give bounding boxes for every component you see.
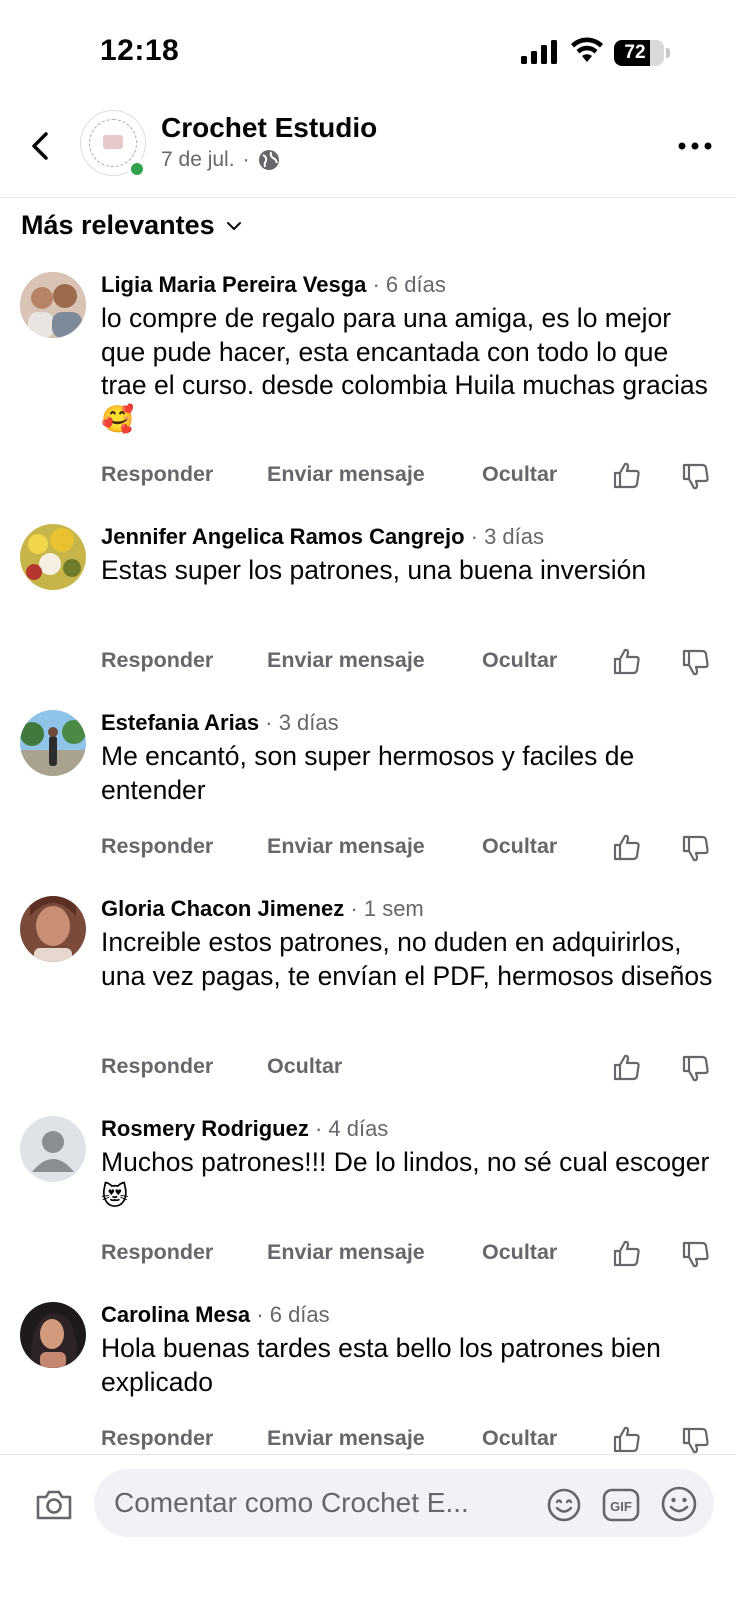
commenter-name[interactable]: Ligia Maria Pereira Vesga	[101, 272, 366, 297]
online-status-dot	[128, 160, 146, 178]
thumbs-down-icon[interactable]	[681, 1426, 711, 1456]
avatar-sticker-icon[interactable]	[546, 1487, 582, 1523]
comment-actions: Responder Enviar mensaje Ocultar	[0, 1240, 736, 1272]
thumbs-up-icon[interactable]	[612, 1052, 642, 1082]
reply-button[interactable]: Responder	[101, 1054, 213, 1079]
thumbs-down-icon[interactable]	[681, 1054, 711, 1084]
cellular-signal-icon	[521, 40, 557, 64]
comment-time: · 3 días	[259, 710, 339, 735]
commenter-avatar[interactable]	[20, 524, 86, 590]
commenter-name[interactable]: Jennifer Angelica Ramos Cangrejo	[101, 524, 465, 549]
thumbs-up-icon[interactable]	[612, 646, 642, 676]
hide-button[interactable]: Ocultar	[482, 1240, 557, 1265]
battery-indicator: 72	[614, 40, 670, 66]
back-chevron-icon[interactable]	[24, 124, 58, 168]
more-options-icon[interactable]	[676, 134, 716, 158]
commenter-avatar[interactable]	[20, 896, 86, 962]
commenter-avatar[interactable]	[20, 272, 86, 338]
thumbs-up-icon[interactable]	[612, 1424, 642, 1454]
status-time: 12:18	[100, 34, 180, 67]
comment-actions: Responder Enviar mensaje Ocultar	[0, 648, 736, 680]
comment-composer: Comentar como Crochet E... GIF	[0, 1454, 736, 1600]
hide-button[interactable]: Ocultar	[482, 648, 557, 673]
hide-button[interactable]: Ocultar	[482, 462, 557, 487]
reply-button[interactable]: Responder	[101, 834, 213, 859]
comment-header: Jennifer Angelica Ramos Cangrejo · 3 día…	[101, 524, 544, 550]
comment-actions: Responder Enviar mensaje Ocultar	[0, 462, 736, 494]
commenter-name[interactable]: Gloria Chacon Jimenez	[101, 896, 344, 921]
status-bar: 12:18 72	[0, 0, 736, 104]
thumbs-up-icon[interactable]	[612, 460, 642, 490]
sort-dropdown[interactable]: Más relevantes	[21, 210, 243, 241]
gif-icon[interactable]: GIF	[602, 1487, 640, 1523]
thumbs-down-icon[interactable]	[681, 648, 711, 678]
hide-button[interactable]: Ocultar	[482, 834, 557, 859]
send-message-button[interactable]: Enviar mensaje	[267, 648, 425, 673]
comment-time: · 1 sem	[344, 896, 424, 921]
battery-level: 72	[624, 42, 646, 63]
comment-time: · 3 días	[464, 524, 544, 549]
chevron-down-icon	[226, 221, 241, 230]
send-message-button[interactable]: Enviar mensaje	[267, 1426, 425, 1451]
comment-text: Muchos patrones!!! De lo lindos, no sé c…	[101, 1147, 710, 1211]
globe-icon	[258, 150, 279, 170]
thumbs-down-icon[interactable]	[681, 462, 711, 492]
thumbs-up-icon[interactable]	[612, 1238, 642, 1268]
reply-button[interactable]: Responder	[101, 648, 213, 673]
comment-input-placeholder: Comentar como Crochet E...	[114, 1487, 469, 1518]
comment-text: Me encantó, son super hermosos y faciles…	[101, 741, 635, 805]
comment-time: · 6 días	[250, 1302, 330, 1327]
wifi-icon	[571, 37, 603, 62]
comment-time: · 4 días	[308, 1116, 389, 1141]
comment-header: Gloria Chacon Jimenez · 1 sem	[101, 896, 424, 922]
thumbs-down-icon[interactable]	[681, 1240, 711, 1270]
reply-button[interactable]: Responder	[101, 1240, 213, 1265]
send-message-button[interactable]: Enviar mensaje	[267, 462, 425, 487]
post-header: Crochet Estudio 7 de jul. ·	[0, 104, 736, 198]
send-message-button[interactable]: Enviar mensaje	[267, 1240, 425, 1265]
meta-separator: ·	[242, 148, 250, 171]
post-meta: 7 de jul. ·	[161, 148, 280, 172]
comment-actions: Responder Ocultar	[0, 1054, 736, 1086]
comment-header: Estefania Arias · 3 días	[101, 710, 339, 736]
camera-icon[interactable]	[34, 1485, 74, 1525]
svg-text:GIF: GIF	[610, 1499, 632, 1514]
page-name[interactable]: Crochet Estudio	[161, 112, 377, 144]
commenter-avatar[interactable]	[20, 1302, 86, 1368]
comment-time: · 6 días	[366, 272, 446, 297]
comment-text: Estas super los patrones, una buena inve…	[101, 555, 647, 585]
comment-actions: Responder Enviar mensaje Ocultar	[0, 834, 736, 866]
sort-label: Más relevantes	[21, 210, 215, 240]
commenter-name[interactable]: Estefania Arias	[101, 710, 259, 735]
reply-button[interactable]: Responder	[101, 462, 213, 487]
commenter-avatar[interactable]	[20, 1116, 86, 1182]
comment-header: Rosmery Rodriguez · 4 días	[101, 1116, 388, 1142]
thumbs-up-icon[interactable]	[612, 832, 642, 862]
commenter-avatar[interactable]	[20, 710, 86, 776]
hide-button[interactable]: Ocultar	[482, 1426, 557, 1451]
reply-button[interactable]: Responder	[101, 1426, 213, 1451]
comment-text: lo compre de regalo para una amiga, es l…	[101, 303, 708, 434]
comment-header: Ligia Maria Pereira Vesga · 6 días	[101, 272, 446, 298]
send-message-button[interactable]: Enviar mensaje	[267, 834, 425, 859]
commenter-name[interactable]: Rosmery Rodriguez	[101, 1116, 309, 1141]
emoji-icon[interactable]	[660, 1485, 698, 1523]
page-avatar[interactable]	[80, 110, 146, 178]
thumbs-down-icon[interactable]	[681, 834, 711, 864]
comment-text: Increible estos patrones, no duden en ad…	[101, 927, 713, 991]
post-date: 7 de jul.	[161, 148, 235, 171]
comment-header: Carolina Mesa · 6 días	[101, 1302, 330, 1328]
comment-text: Hola buenas tardes esta bello los patron…	[101, 1333, 661, 1397]
commenter-name[interactable]: Carolina Mesa	[101, 1302, 250, 1327]
hide-button[interactable]: Ocultar	[267, 1054, 342, 1079]
